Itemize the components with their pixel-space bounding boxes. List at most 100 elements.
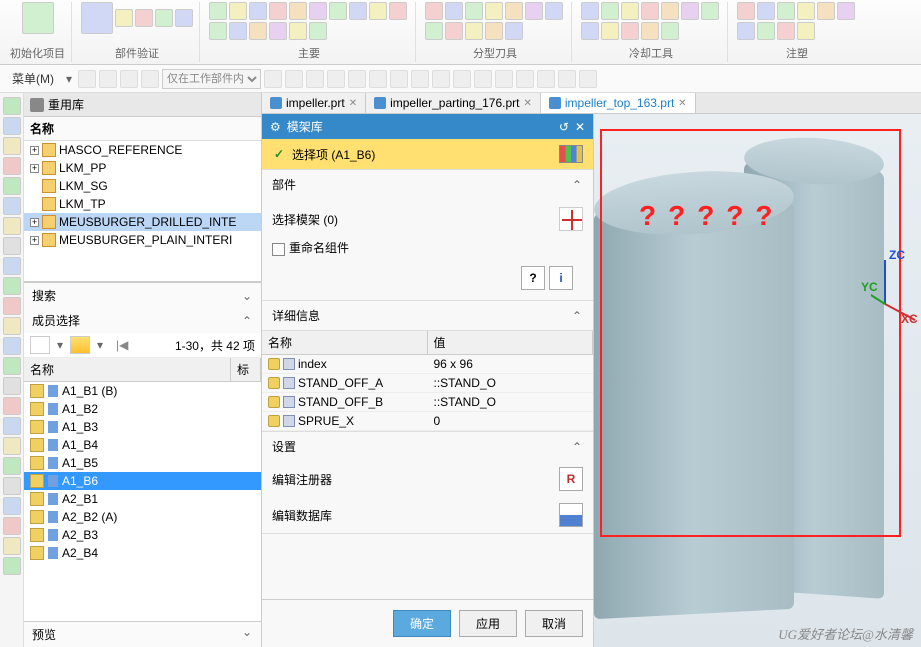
ribbon-icon[interactable] — [661, 2, 679, 20]
chevron-up-icon[interactable]: ⌃ — [571, 441, 583, 453]
tree-row[interactable]: +MEUSBURGER_PLAIN_INTERI — [24, 231, 261, 249]
reset-icon[interactable]: ↺ — [559, 120, 569, 134]
rail-icon[interactable] — [3, 437, 21, 455]
preview-header[interactable]: 预览⌄ — [24, 621, 261, 647]
toolbar-icon[interactable] — [432, 70, 450, 88]
toolbar-icon[interactable] — [453, 70, 471, 88]
ribbon-icon[interactable] — [621, 22, 639, 40]
view-mode-icon[interactable] — [30, 336, 50, 354]
ribbon-icon[interactable] — [661, 22, 679, 40]
ribbon-icon[interactable] — [209, 2, 227, 20]
toolbar-icon[interactable] — [390, 70, 408, 88]
member-row[interactable]: A2_B4 — [24, 544, 261, 562]
database-button[interactable] — [559, 503, 583, 527]
rail-icon[interactable] — [3, 137, 21, 155]
rail-icon[interactable] — [3, 257, 21, 275]
member-row[interactable]: A1_B4 — [24, 436, 261, 454]
expand-icon[interactable]: + — [30, 164, 39, 173]
ribbon-icon[interactable] — [485, 2, 503, 20]
chevron-up-icon[interactable]: ⌃ — [571, 310, 583, 322]
tree-row[interactable]: LKM_SG — [24, 177, 261, 195]
toolbar-icon[interactable] — [558, 70, 576, 88]
ribbon-icon[interactable] — [681, 2, 699, 20]
rail-icon[interactable] — [3, 157, 21, 175]
crosshair-icon[interactable] — [559, 207, 583, 231]
ribbon-icon[interactable] — [581, 2, 599, 20]
toolbar-icon[interactable] — [516, 70, 534, 88]
expand-icon[interactable]: + — [30, 236, 39, 245]
catalog-icon[interactable] — [559, 145, 583, 163]
rail-icon[interactable] — [3, 357, 21, 375]
rail-icon[interactable] — [3, 277, 21, 295]
tab-close-icon[interactable]: ✕ — [678, 98, 686, 109]
rail-icon[interactable] — [3, 497, 21, 515]
search-header[interactable]: 搜索⌄ — [24, 283, 261, 308]
ribbon-icon[interactable] — [737, 2, 755, 20]
rail-icon[interactable] — [3, 557, 21, 575]
ribbon-icon[interactable] — [249, 2, 267, 20]
ribbon-icon[interactable] — [465, 22, 483, 40]
section-header[interactable]: 部件⌃ — [262, 170, 593, 199]
toolbar-icon[interactable] — [285, 70, 303, 88]
rail-icon[interactable] — [3, 237, 21, 255]
ribbon-icon[interactable] — [309, 2, 327, 20]
ribbon-icon[interactable] — [229, 22, 247, 40]
tree-row[interactable]: +HASCO_REFERENCE — [24, 141, 261, 159]
rail-icon[interactable] — [3, 517, 21, 535]
scope-select[interactable]: 仅在工作部件内 — [162, 69, 261, 89]
tree-row-selected[interactable]: +MEUSBURGER_DRILLED_INTE — [24, 213, 261, 231]
chevron-down-icon[interactable]: ▾ — [94, 339, 106, 351]
toolbar-icon[interactable] — [120, 70, 138, 88]
tree-row[interactable]: +LKM_PP — [24, 159, 261, 177]
member-row[interactable]: A2_B1 — [24, 490, 261, 508]
ribbon-icon[interactable] — [249, 22, 267, 40]
tree-row[interactable]: LKM_TP — [24, 195, 261, 213]
member-row[interactable]: A1_B2 — [24, 400, 261, 418]
member-row[interactable]: A1_B3 — [24, 418, 261, 436]
ribbon-icon[interactable] — [465, 2, 483, 20]
chevron-up-icon[interactable]: ⌃ — [571, 179, 583, 191]
ribbon-icon[interactable] — [757, 22, 775, 40]
tab-close-icon[interactable]: ✕ — [349, 98, 357, 109]
rename-checkbox[interactable] — [272, 243, 285, 256]
chevron-down-icon[interactable]: ▾ — [54, 339, 66, 351]
ribbon-icon[interactable] — [505, 22, 523, 40]
ribbon-icon[interactable] — [289, 2, 307, 20]
menu-dropdown[interactable]: 菜单(M) — [6, 68, 60, 89]
ribbon-icon[interactable] — [641, 22, 659, 40]
ribbon-icon[interactable] — [425, 2, 443, 20]
tab-close-icon[interactable]: ✕ — [524, 98, 532, 109]
ribbon-icon[interactable] — [485, 22, 503, 40]
section-header[interactable]: 详细信息⌃ — [262, 301, 593, 330]
rail-icon[interactable] — [3, 537, 21, 555]
tab[interactable]: impeller_parting_176.prt✕ — [366, 93, 541, 113]
rail-icon[interactable] — [3, 417, 21, 435]
toolbar-icon[interactable] — [474, 70, 492, 88]
ribbon-icon[interactable] — [329, 2, 347, 20]
ribbon-icon[interactable] — [757, 2, 775, 20]
ribbon-icon[interactable] — [229, 2, 247, 20]
rail-icon[interactable] — [3, 317, 21, 335]
selection-row[interactable]: ✓选择项 (A1_B6) — [262, 139, 593, 170]
rail-icon[interactable] — [3, 97, 21, 115]
tab[interactable]: impeller.prt✕ — [262, 93, 366, 113]
member-row[interactable]: A1_B6 — [24, 472, 261, 490]
ribbon-icon[interactable] — [777, 22, 795, 40]
ribbon-icon[interactable] — [777, 2, 795, 20]
toolbar-icon[interactable] — [495, 70, 513, 88]
ribbon-icon[interactable] — [155, 9, 173, 27]
toolbar-icon[interactable] — [579, 70, 597, 88]
member-row[interactable]: A1_B1 (B) — [24, 382, 261, 400]
ok-button[interactable]: 确定 — [393, 610, 451, 637]
register-button[interactable]: R — [559, 467, 583, 491]
ribbon-icon[interactable] — [425, 22, 443, 40]
ribbon-icon[interactable] — [289, 22, 307, 40]
rail-icon[interactable] — [3, 117, 21, 135]
rail-icon[interactable] — [3, 217, 21, 235]
ribbon-icon[interactable] — [601, 22, 619, 40]
ribbon-icon[interactable] — [701, 2, 719, 20]
filter-icon[interactable] — [70, 336, 90, 354]
member-row[interactable]: A1_B5 — [24, 454, 261, 472]
ribbon-icon[interactable] — [737, 22, 755, 40]
ribbon-icon[interactable] — [817, 2, 835, 20]
